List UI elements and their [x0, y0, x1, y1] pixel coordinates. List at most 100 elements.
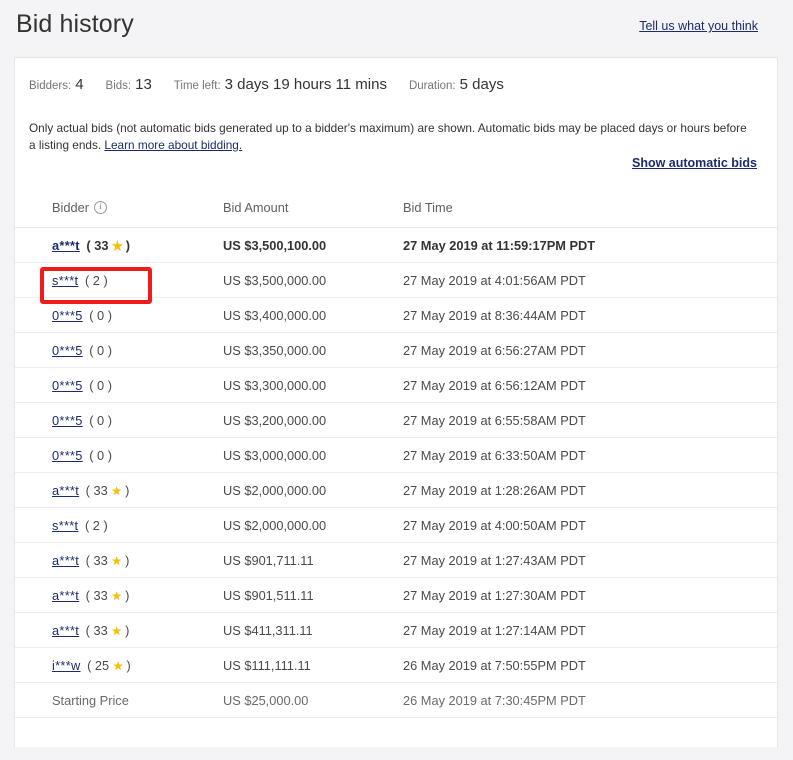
bidder-feedback-score: ( 33	[82, 552, 112, 568]
bidder-cell: 0***5 ( 0 )	[15, 367, 213, 403]
bidder-link[interactable]: 0***5	[52, 378, 83, 393]
bidder-cell: a***t ( 33 ★)	[15, 577, 213, 613]
star-icon: ★	[112, 658, 124, 673]
table-row: 0***5 ( 0 ) US $3,350,000.00 27 May 2019 a…	[15, 332, 777, 368]
bidder-feedback-score: ( 2 )	[81, 517, 108, 533]
bidder-cell: a***t ( 33 ★)	[15, 612, 213, 648]
bid-time-cell: 27 May 2019 at 4:00:50AM PDT	[393, 507, 777, 543]
summary-item: Time left: 3 days 19 hours 11 mins	[174, 76, 387, 94]
bidder-feedback-score: ( 0 )	[85, 307, 112, 323]
bidder-link[interactable]: 0***5	[52, 343, 83, 358]
bid-time-cell: 27 May 2019 at 4:01:56AM PDT	[393, 262, 777, 298]
page-title: Bid history	[16, 10, 134, 38]
bid-amount-cell: US $2,000,000.00	[213, 507, 393, 543]
bid-amount-cell: US $3,500,000.00	[213, 262, 393, 298]
table-row: i***w ( 25 ★) US $111,111.11 26 May 2019 a…	[15, 647, 777, 683]
bid-amount-cell: US $3,000,000.00	[213, 437, 393, 473]
table-body: a***t ( 33 ★) US $3,500,100.00 27 May 2019…	[15, 227, 777, 718]
bidder-feedback-score: ( 0 )	[85, 377, 112, 393]
feedback-link[interactable]: Tell us what you think	[639, 19, 758, 33]
table-header-row: Bidder Bid Amount Bid Time	[15, 191, 777, 228]
bidder-link[interactable]: s***t	[52, 273, 78, 288]
summary-label: Duration:	[408, 80, 456, 92]
bid-amount-cell: US $411,311.11	[213, 612, 393, 648]
bid-time-cell: 27 May 2019 at 1:28:26AM PDT	[393, 472, 777, 508]
star-icon: ★	[111, 588, 123, 603]
disclaimer-text: Only actual bids (not automatic bids gen…	[29, 120, 749, 154]
bidder-feedback-close: )	[125, 587, 130, 603]
bidder-link[interactable]: a***t	[52, 238, 80, 253]
bidder-cell: i***w ( 25 ★)	[15, 647, 213, 683]
summary-item: Bids: 13	[106, 76, 152, 94]
bid-time-cell: 27 May 2019 at 8:36:44AM PDT	[393, 297, 777, 333]
bid-time-cell: 27 May 2019 at 1:27:43AM PDT	[393, 542, 777, 578]
bidder-cell: 0***5 ( 0 )	[15, 437, 213, 473]
bidder-feedback-score: ( 33	[82, 482, 112, 498]
star-icon: ★	[112, 238, 123, 253]
bid-time-cell: 27 May 2019 at 6:56:12AM PDT	[393, 367, 777, 403]
bid-time-cell: 27 May 2019 at 1:27:14AM PDT	[393, 612, 777, 648]
bidder-link[interactable]: 0***5	[52, 413, 83, 428]
summary-value: 3 days 19 hours 11 mins	[224, 76, 387, 93]
bidder-link[interactable]: a***t	[52, 588, 79, 603]
bid-time-cell: 27 May 2019 at 6:55:58AM PDT	[393, 402, 777, 438]
column-header-bidder-label: Bidder	[52, 200, 89, 215]
bid-time-cell: 27 May 2019 at 6:56:27AM PDT	[393, 332, 777, 368]
bidder-cell: 0***5 ( 0 )	[15, 332, 213, 368]
bidder-cell: 0***5 ( 0 )	[15, 297, 213, 333]
summary-item: Duration: 5 days	[409, 76, 504, 94]
starting-price-amount: US $25,000.00	[213, 682, 393, 718]
summary-value: 5 days	[459, 76, 504, 93]
bidder-link[interactable]: a***t	[52, 623, 79, 638]
bidder-feedback-score: ( 33	[82, 237, 112, 253]
table-row: a***t ( 33 ★) US $901,711.11 27 May 2019 a…	[15, 542, 777, 578]
summary-label: Bidders:	[29, 80, 72, 92]
bidder-link[interactable]: 0***5	[52, 308, 83, 323]
summary-value: 4	[75, 76, 84, 93]
table-row: 0***5 ( 0 ) US $3,400,000.00 27 May 2019 a…	[15, 297, 777, 333]
star-icon: ★	[111, 623, 123, 638]
bidder-feedback-score: ( 2 )	[81, 272, 108, 288]
bidder-link[interactable]: a***t	[52, 553, 79, 568]
learn-more-link[interactable]: Learn more about bidding.	[104, 138, 242, 152]
column-header-bid-amount: Bid Amount	[213, 191, 393, 228]
bidder-link[interactable]: s***t	[52, 518, 78, 533]
table-row: 0***5 ( 0 ) US $3,300,000.00 27 May 2019 a…	[15, 367, 777, 403]
table-row: a***t ( 33 ★) US $3,500,100.00 27 May 2019…	[15, 227, 777, 263]
bidder-feedback-close: )	[125, 482, 130, 498]
bidder-cell: a***t ( 33 ★)	[15, 472, 213, 508]
table-row: 0***5 ( 0 ) US $3,200,000.00 27 May 2019 a…	[15, 402, 777, 438]
summary-label: Bids:	[105, 80, 132, 92]
bidder-cell: s***t ( 2 )	[15, 507, 213, 543]
bidder-cell: s***t ( 2 )	[15, 262, 213, 298]
table-row: s***t ( 2 ) US $2,000,000.00 27 May 2019 a…	[15, 507, 777, 543]
show-automatic-bids-link[interactable]: Show automatic bids	[632, 156, 757, 170]
star-icon: ★	[111, 553, 123, 568]
table-header: Bidder Bid Amount Bid Time	[15, 191, 777, 228]
bidder-feedback-score: ( 0 )	[85, 447, 112, 463]
bidder-link[interactable]: i***w	[52, 658, 81, 673]
bid-time-cell: 27 May 2019 at 1:27:30AM PDT	[393, 577, 777, 613]
bid-time-cell: 26 May 2019 at 7:50:55PM PDT	[393, 647, 777, 683]
starting-price-time: 26 May 2019 at 7:30:45PM PDT	[393, 682, 777, 718]
bid-amount-cell: US $111,111.11	[213, 647, 393, 683]
column-header-bidder: Bidder	[15, 191, 213, 228]
bid-amount-cell: US $3,400,000.00	[213, 297, 393, 333]
bidder-cell: a***t ( 33 ★)	[15, 542, 213, 578]
starting-price-label: Starting Price	[15, 682, 213, 718]
bidder-link[interactable]: 0***5	[52, 448, 83, 463]
bid-amount-cell: US $3,300,000.00	[213, 367, 393, 403]
summary-bar: Bidders: 4 Bids: 13 Time left: 3 days 19 hour…	[15, 58, 777, 113]
bid-amount-cell: US $901,711.11	[213, 542, 393, 578]
bidder-feedback-close: )	[125, 237, 131, 253]
summary-item: Bidders: 4	[29, 76, 84, 94]
bidder-feedback-close: )	[126, 657, 131, 673]
bid-time-cell: 27 May 2019 at 11:59:17PM PDT	[393, 227, 777, 263]
star-icon: ★	[111, 483, 123, 498]
table-row: a***t ( 33 ★) US $2,000,000.00 27 May 2019…	[15, 472, 777, 508]
bid-history-page: Bid history Tell us what you think Bidde…	[0, 0, 793, 760]
bidder-feedback-score: ( 0 )	[85, 412, 112, 428]
bidder-link[interactable]: a***t	[52, 483, 79, 498]
bid-history-table: Bidder Bid Amount Bid Time a***t ( 33 ★)…	[15, 191, 777, 718]
info-icon[interactable]	[94, 201, 107, 214]
